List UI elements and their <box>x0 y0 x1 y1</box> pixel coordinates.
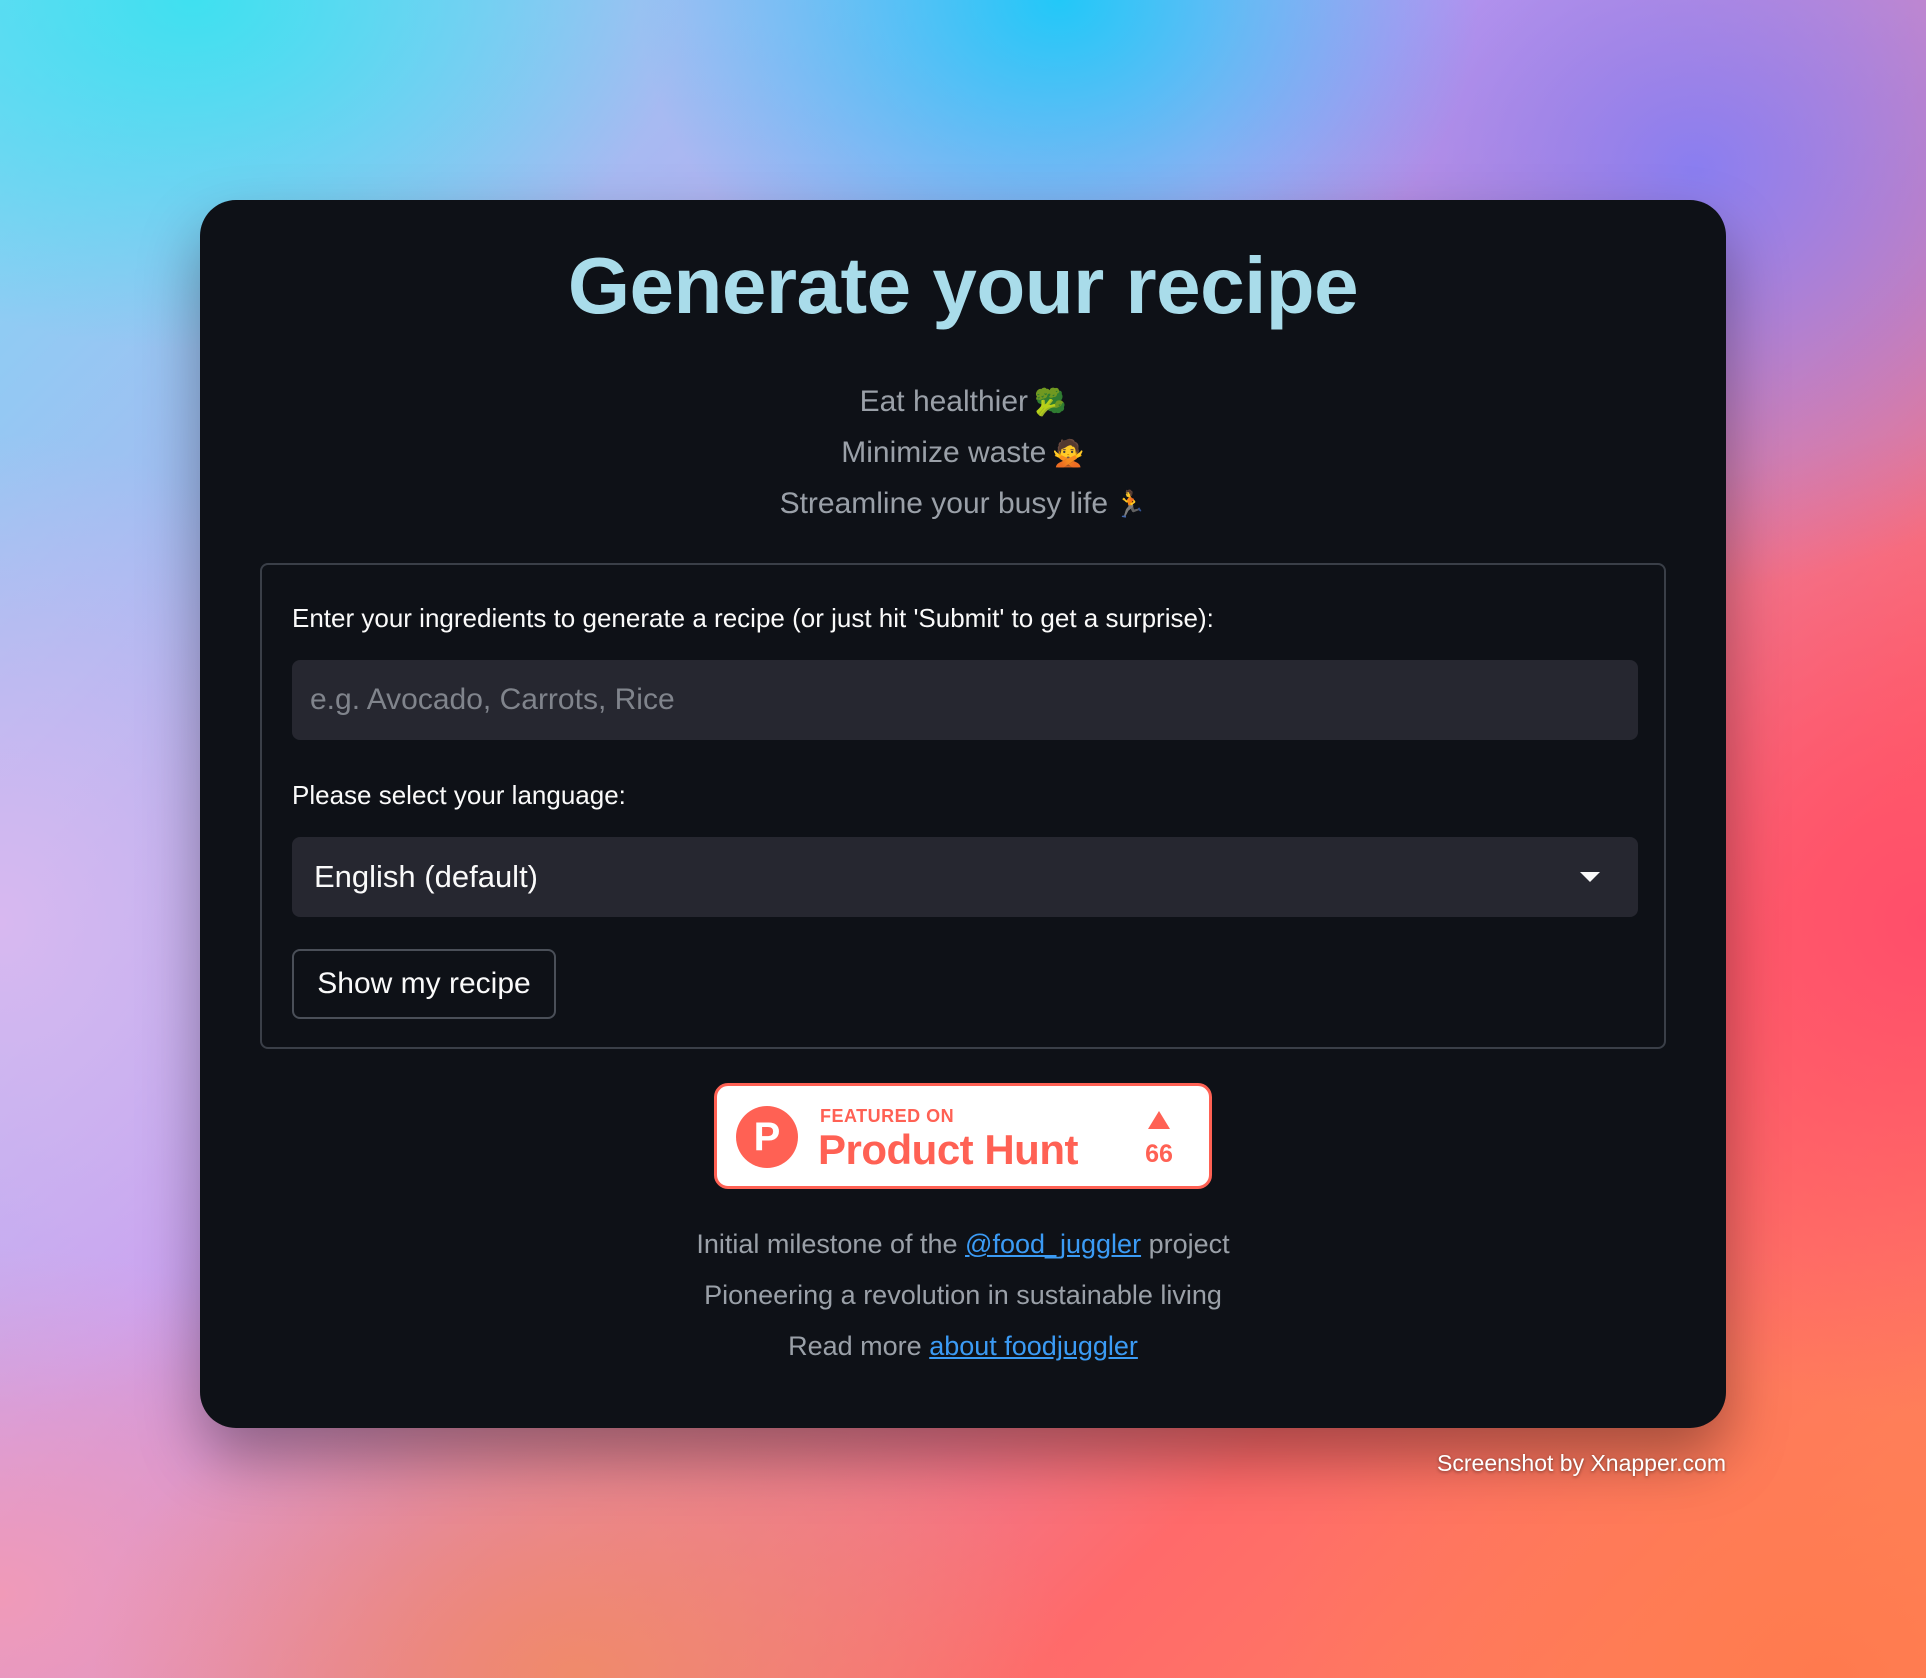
runner-icon: 🏃 <box>1114 490 1147 520</box>
page-title: Generate your recipe <box>567 241 1359 330</box>
show-recipe-button[interactable]: Show my recipe <box>292 949 556 1019</box>
tagline-text: Streamline your busy life <box>779 487 1109 520</box>
food-juggler-link[interactable]: @food_juggler <box>965 1229 1141 1259</box>
broccoli-icon: 🥦 <box>1034 388 1067 418</box>
recipe-form: Enter your ingredients to generate a rec… <box>260 563 1666 1049</box>
language-label: Please select your language: <box>292 780 626 810</box>
chevron-down-icon <box>1580 872 1600 882</box>
language-selected-value: English (default) <box>314 859 539 894</box>
ph-name: Product Hunt <box>818 1126 1078 1173</box>
watermark: Screenshot by Xnapper.com <box>1437 1450 1726 1476</box>
tagline-item: Streamline your busy life 🏃 <box>200 478 1726 529</box>
tagline-item: Eat healthier 🥦 <box>200 376 1726 427</box>
tagline-item: Minimize waste 🙅 <box>200 427 1726 478</box>
upvote-arrow-icon <box>1148 1111 1170 1129</box>
app-card: Generate your recipe Eat healthier 🥦 Mini… <box>200 200 1726 1428</box>
footer-line-read-more: Read more about foodjuggler <box>200 1321 1726 1372</box>
tagline-text: Minimize waste <box>841 436 1047 469</box>
about-foodjuggler-link[interactable]: about foodjuggler <box>929 1331 1138 1361</box>
footer-text: Read more <box>788 1331 922 1361</box>
ph-featured-text: FEATURED ON <box>820 1106 955 1126</box>
product-hunt-badge[interactable]: P FEATURED ON Product Hunt 66 <box>714 1083 1212 1189</box>
ingredients-input[interactable] <box>292 660 1638 740</box>
language-select[interactable]: English (default) <box>292 837 1638 917</box>
tagline-list: Eat healthier 🥦 Minimize waste 🙅 Streamlin… <box>200 376 1726 529</box>
footer-line-tagline: Pioneering a revolution in sustainable l… <box>704 1280 1222 1310</box>
product-hunt-logo-icon: P <box>736 1106 798 1168</box>
upvote-count: 66 <box>1145 1140 1173 1168</box>
footer-line-milestone: Initial milestone of the @food_juggler p… <box>200 1219 1726 1270</box>
tagline-text: Eat healthier <box>859 385 1029 418</box>
no-gesture-icon: 🙅 <box>1052 439 1085 469</box>
footer: Initial milestone of the @food_juggler p… <box>200 1219 1726 1372</box>
footer-text: Initial milestone of the <box>696 1229 958 1259</box>
ingredients-label: Enter your ingredients to generate a rec… <box>292 603 1214 633</box>
footer-text: project <box>1148 1229 1230 1259</box>
